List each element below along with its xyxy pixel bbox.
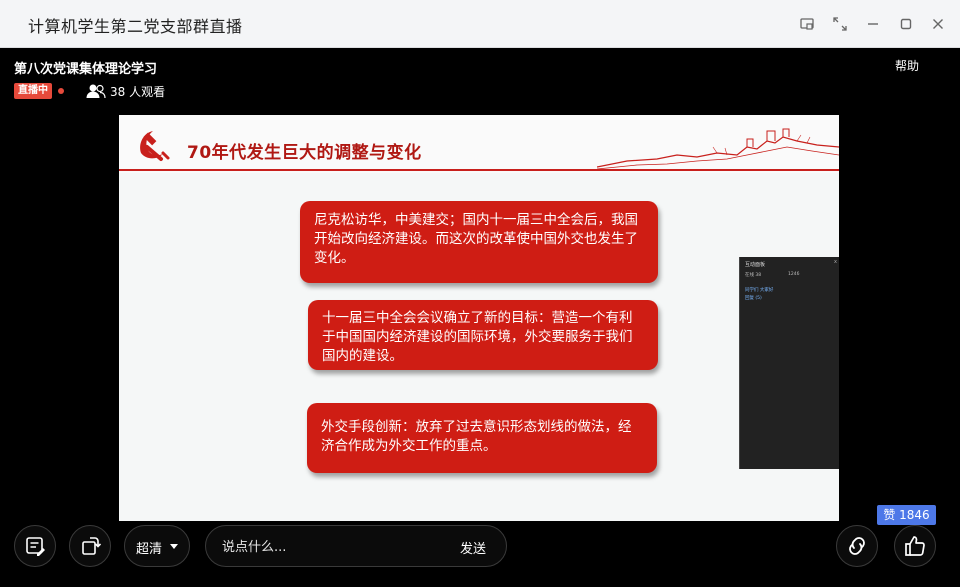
live-indicator-dot	[58, 88, 64, 94]
live-status-badge: 直播中	[14, 83, 52, 99]
slide-text-box-2: 十一届三中全会会议确立了新的目标：营造一个有利于中国国内经济建设的国际环境，外交…	[308, 300, 658, 370]
slide-text-box-3: 外交手段创新：放弃了过去意识形态划线的做法，经济合作成为外交工作的重点。	[307, 403, 657, 473]
panel-message-row: 同学们 大家好	[745, 288, 774, 293]
close-icon[interactable]	[927, 13, 949, 35]
share-button[interactable]	[836, 525, 878, 567]
quality-label: 超清	[136, 542, 163, 557]
panel-close-icon: x	[834, 259, 837, 265]
maximize-icon[interactable]	[895, 13, 917, 35]
notes-icon	[26, 537, 45, 556]
slide-header-divider	[119, 169, 839, 171]
link-icon	[849, 537, 865, 555]
quality-select[interactable]: 超清	[124, 525, 190, 567]
hammer-sickle-icon	[133, 123, 175, 165]
chat-input[interactable]	[222, 537, 442, 557]
panel-title: 互动面板	[745, 262, 766, 268]
panel-stat-likes: 1246	[788, 272, 800, 277]
rotate-screen-button[interactable]	[69, 525, 111, 567]
slide-text-box-1: 尼克松访华，中美建交；国内十一届三中全会后，我国开始改向经济建设。而这次的改革使…	[300, 201, 658, 283]
great-wall-decoration-icon	[596, 125, 839, 170]
chat-input-bar: 发送	[205, 525, 507, 567]
fullscreen-icon[interactable]	[829, 13, 851, 35]
viewers-icon	[86, 83, 106, 99]
live-title: 第八次党课集体理论学习	[14, 62, 158, 77]
minimize-icon[interactable]	[862, 13, 884, 35]
window-titlebar: 计算机学生第二党支部群直播	[0, 0, 960, 48]
send-button[interactable]: 发送	[460, 538, 486, 557]
chevron-down-icon	[170, 544, 178, 549]
window-title: 计算机学生第二党支部群直播	[28, 17, 243, 36]
help-link[interactable]: 帮助	[895, 57, 919, 74]
slide-title: 70年代发生巨大的调整与变化	[187, 143, 422, 163]
embedded-chat-panel: 互动面板 x 在线 38 1246 同学们 大家好 回复 (5)	[739, 257, 839, 469]
panel-stat-online: 在线 38	[745, 273, 762, 278]
screen-share-icon[interactable]	[796, 13, 818, 35]
rotate-icon	[82, 537, 101, 555]
panel-message-row: 回复 (5)	[745, 296, 762, 301]
thumbs-up-icon	[905, 536, 925, 556]
likes-count-badge: 赞 1846	[877, 505, 936, 525]
viewer-count: 38 人观看	[110, 85, 166, 99]
notes-button[interactable]	[14, 525, 56, 567]
presentation-slide: 70年代发生巨大的调整与变化 尼克松访华，中美建交；国内十一届三中全会后，我国开…	[119, 115, 839, 521]
like-button[interactable]	[894, 525, 936, 567]
